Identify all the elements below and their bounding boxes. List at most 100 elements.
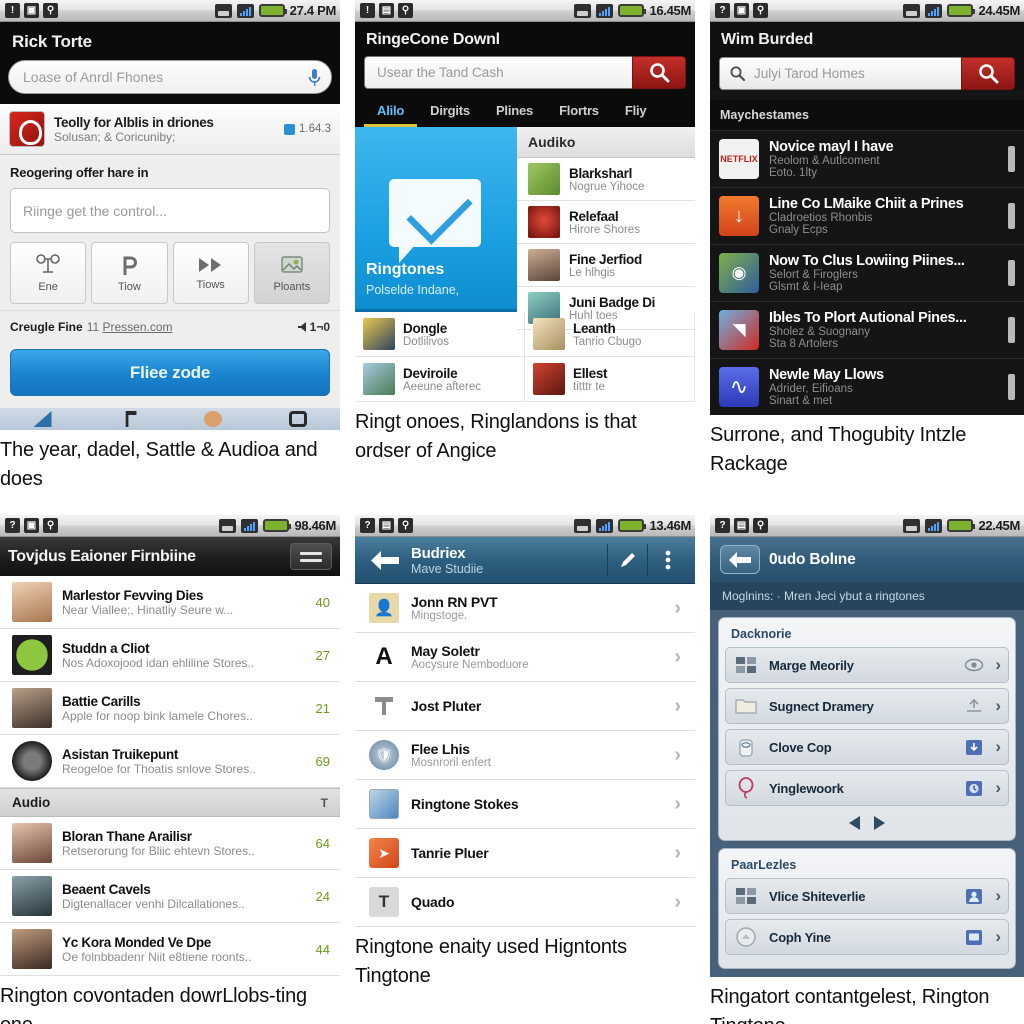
table-row[interactable]: Bloran Thane Arailisr Retserorung for Bl… <box>0 817 340 870</box>
status-time: 22.45M <box>978 518 1020 533</box>
tab-plines[interactable]: Plines <box>483 98 546 127</box>
scroll-indicator[interactable] <box>1008 203 1015 229</box>
list-item[interactable]: ◥ Ibles To Plort Autional Pines... Shole… <box>710 301 1024 358</box>
status-left-icons: ? ▤ ⚲ <box>715 518 768 533</box>
search-button[interactable] <box>961 57 1015 90</box>
menu-button[interactable] <box>290 543 332 570</box>
tab-fliy[interactable]: Fliy <box>612 98 660 127</box>
row-label: Marge Meorily <box>769 657 854 673</box>
image-icon <box>281 255 303 273</box>
bottom-tab-bar[interactable] <box>0 408 340 430</box>
list-item[interactable]: ↓ Line Co LMaike Chiit a Prines Cladroet… <box>710 187 1024 244</box>
grid-item[interactable]: Deviroile Aeeune afterec <box>355 357 525 402</box>
grid-item[interactable]: Dongle Dotlilivos <box>355 312 525 357</box>
back-tab-icon[interactable] <box>33 411 52 427</box>
microphone-icon[interactable] <box>308 68 321 87</box>
item-text: Line Co LMaike Chiit a Prines Cladroetio… <box>769 196 998 236</box>
tab-flortrs[interactable]: Flortrs <box>546 98 612 127</box>
user-icon[interactable] <box>963 886 985 906</box>
row-sub: Near Viallee;, Hinatliy Seure w... <box>62 602 234 617</box>
list-item[interactable]: ➤ Tanrie Pluer › <box>355 829 695 878</box>
list-item[interactable]: Blarksharl Nogrue Yihoce <box>517 158 695 201</box>
pager-prev-icon[interactable] <box>849 816 860 830</box>
upload-icon[interactable] <box>963 696 985 716</box>
tab-dirgits[interactable]: Dirgits <box>417 98 483 127</box>
search-button[interactable] <box>632 56 686 89</box>
list-item[interactable]: Relefaal Hirore Shores <box>517 201 695 244</box>
tab-alilo[interactable]: Alilo <box>364 98 418 127</box>
music-tab-icon[interactable] <box>125 411 137 427</box>
search-placeholder: Loase of Anrdl Fhones <box>23 69 164 85</box>
featured-app-row[interactable]: Teolly for Alblis in driones Solusan; & … <box>0 104 340 155</box>
settings-row[interactable]: Yinglewoork › <box>725 770 1009 806</box>
scroll-indicator[interactable] <box>1008 317 1015 343</box>
url-domain[interactable]: Pressen.com <box>103 320 173 334</box>
url-bar[interactable]: Creugle Fine 11 Pressen.com 1¬0 <box>0 310 340 343</box>
status-time: 27.4 PM <box>289 3 337 18</box>
table-row[interactable]: Asistan Truikepunt Reogeloe for Thoatis … <box>0 735 340 788</box>
signal-icon <box>241 518 259 533</box>
search-input[interactable]: Julyi Tarod Homes <box>719 57 961 90</box>
list-item[interactable]: ◉ Now To Clus Lowiing Piines... Selort &… <box>710 244 1024 301</box>
list-item[interactable]: NETFLIX Novice mayl I have Reolom & Autl… <box>710 130 1024 187</box>
list-item[interactable]: 👤 Jonn RN PVT Mingstoge. › <box>355 584 695 633</box>
pager-controls[interactable] <box>725 811 1009 832</box>
primary-cta-button[interactable]: Fliee zode <box>10 349 330 396</box>
offer-input[interactable]: Riinge get the control... <box>10 188 330 233</box>
overflow-button[interactable] <box>647 544 687 576</box>
scroll-indicator[interactable] <box>1008 146 1015 172</box>
list-item[interactable]: A May Soletr Aocysure Nemboduore › <box>355 633 695 682</box>
grid-item[interactable]: Ellest titttr te <box>525 357 695 402</box>
chevron-right-icon: › <box>674 890 681 913</box>
settings-row[interactable]: Clove Cop › <box>725 729 1009 765</box>
panel-6-cell: ? ▤ ⚲ 22.45M 0udo Bolıne Moglnins: · Mre… <box>710 515 1024 1024</box>
list-item[interactable]: Ringtone Stokes › <box>355 780 695 829</box>
search-input[interactable]: Loase of Anrdl Fhones <box>8 60 332 94</box>
list-item[interactable]: 🛡 Flee Lhis Mosnroril enfert › <box>355 731 695 780</box>
list-item[interactable]: ∿ Newle May Llows Adrider, Eifioans Sina… <box>710 358 1024 415</box>
item-title: Leanth <box>573 320 616 336</box>
list-item[interactable]: T Quado › <box>355 878 695 927</box>
table-row[interactable]: Battie Carills Apple for noop bink lamel… <box>0 682 340 735</box>
scroll-indicator[interactable] <box>1008 374 1015 400</box>
table-row[interactable]: Studdn a Cliot Nos Adoxojood idan ehlili… <box>0 629 340 682</box>
table-row[interactable]: Beaent Cavels Digtenallacer venhi Dilcal… <box>0 870 340 923</box>
edit-button[interactable] <box>607 544 647 576</box>
search-input[interactable]: Usear the Tand Cash <box>364 56 632 89</box>
screen-icon[interactable] <box>963 927 985 947</box>
download-icon[interactable] <box>963 737 985 757</box>
panel-2-header: RingeCone Downl Usear the Tand Cash Alil… <box>355 22 695 127</box>
list-item[interactable]: Fine Jerfiod Le hlhgis <box>517 244 695 287</box>
item-sub-1: Cladroetios Rhonbis <box>769 212 873 224</box>
url-number: 11 <box>86 320 100 334</box>
clock-icon[interactable] <box>963 778 985 798</box>
back-button[interactable] <box>363 545 407 575</box>
icon-button-ene[interactable]: Ene <box>10 242 87 304</box>
settings-row[interactable]: Coph Yine › <box>725 919 1009 955</box>
fast-forward-icon <box>198 257 221 272</box>
eye-icon[interactable] <box>963 655 985 675</box>
thumbnail <box>363 318 395 350</box>
icon-button-ploants[interactable]: Ploants <box>253 242 330 304</box>
settings-row[interactable]: Marge Meorily › <box>725 647 1009 683</box>
avatar-tab-icon[interactable] <box>203 411 222 427</box>
row-count: 44 <box>315 941 330 957</box>
panel-1-header: Rick Torte Loase of Anrdl Fhones <box>0 22 340 104</box>
settings-row[interactable]: Sugnect Dramery › <box>725 688 1009 724</box>
chat-tab-icon[interactable] <box>288 411 307 427</box>
status-left-icons: ? ▣ ⚲ <box>715 3 768 18</box>
status-right-icons: 24.45M <box>903 3 1020 18</box>
pager-next-icon[interactable] <box>874 816 885 830</box>
list-item[interactable]: Jost Pluter › <box>355 682 695 731</box>
panel-4-cell: ? ▣ ⚲ 98.46M Tovjdus Eaioner Firnbiine M… <box>0 515 340 1024</box>
icon-button-tiow[interactable]: Tiow <box>91 242 168 304</box>
table-row[interactable]: Yc Kora Monded Ve Dpe Oe folnbbadenr Nii… <box>0 923 340 976</box>
icon-button-tiows[interactable]: Tiows <box>172 242 249 304</box>
scroll-indicator[interactable] <box>1008 260 1015 286</box>
settings-row[interactable]: Vlice Shiteverlie › <box>725 878 1009 914</box>
table-row[interactable]: Marlestor Fevving Dies Near Viallee;, Hi… <box>0 576 340 629</box>
back-button[interactable] <box>720 545 760 574</box>
volume-indicator: 1¬0 <box>297 320 330 334</box>
hero-banner[interactable]: Ringtones Polselde Indane, <box>355 127 517 312</box>
grid-item[interactable]: Leanth Tanrio Cbugo <box>525 312 695 357</box>
